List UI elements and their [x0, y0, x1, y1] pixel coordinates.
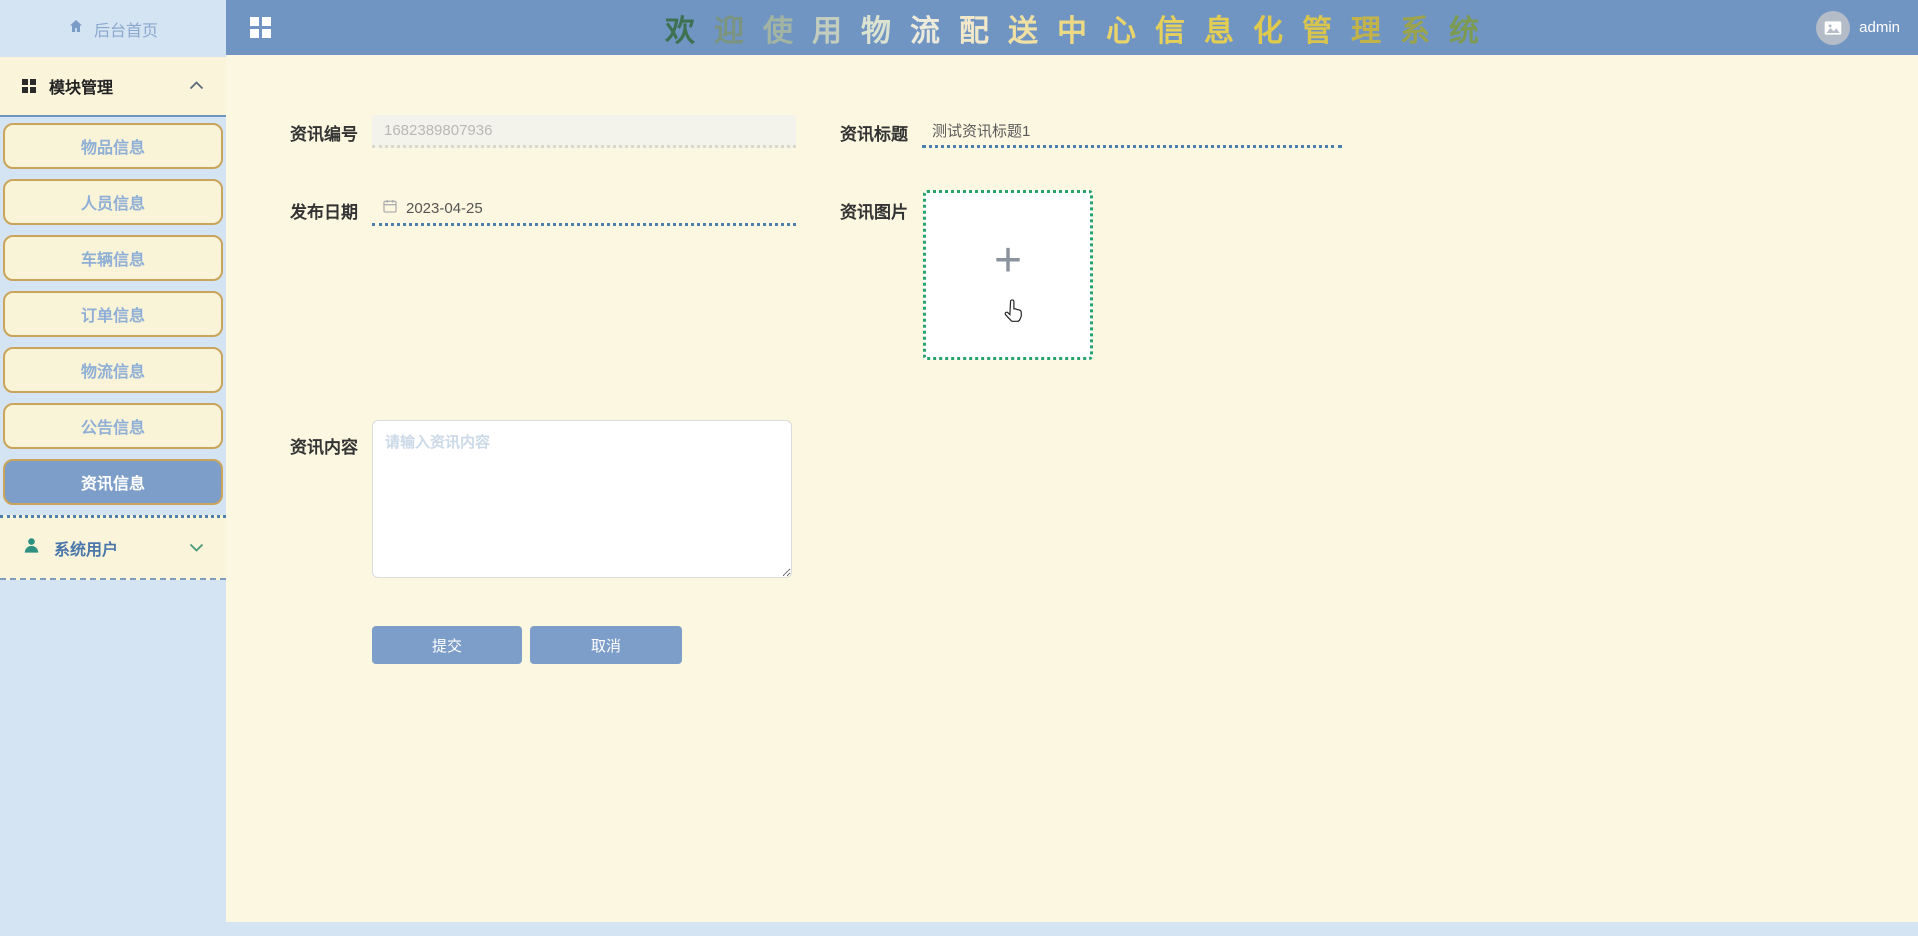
- info-title-label: 资讯标题: [840, 125, 908, 144]
- image-upload-box[interactable]: +: [923, 190, 1093, 360]
- module-section-label: 模块管理: [49, 80, 114, 97]
- top-header: 欢迎使用物流配送中心信息化管理系统 admin: [226, 0, 1918, 55]
- calendar-icon: [382, 198, 398, 218]
- sidebar: 后台首页 模块管理 物品信息人员信息车辆信息订单信息物流信息公告信息资讯信息 系…: [0, 0, 226, 936]
- chevron-down-icon: [189, 539, 204, 557]
- modules-grid-icon: [22, 79, 36, 93]
- sidebar-item[interactable]: 车辆信息: [3, 235, 223, 281]
- page: 后台首页 模块管理 物品信息 人员信息 车辆信息 订单信息 物流信息 公告信息 资讯信息 系…: [0, 0, 1918, 936]
- title-char: 管: [1302, 14, 1332, 48]
- title-char: 信: [1155, 14, 1185, 48]
- avatar: [1816, 10, 1851, 45]
- mouse-cursor-icon: [1000, 297, 1027, 329]
- sidebar-section-module-management[interactable]: 模块管理: [0, 57, 226, 117]
- title-char: 迎: [714, 14, 744, 48]
- title-char: 理: [1351, 14, 1381, 48]
- title-char: 心: [1106, 14, 1136, 48]
- home-icon: [68, 18, 84, 39]
- title-char: 物: [861, 14, 891, 48]
- title-char: 系: [1400, 14, 1430, 48]
- header-title: 欢迎使用物流配送中心信息化管理系统: [226, 0, 1918, 55]
- title-char: 中: [1057, 14, 1087, 48]
- title-char: 化: [1253, 14, 1283, 48]
- publish-date-picker[interactable]: 2023-04-25: [372, 193, 796, 226]
- title-char: 息: [1204, 14, 1234, 48]
- picture-icon: [1824, 20, 1842, 35]
- sidebar-item[interactable]: 订单信息: [3, 291, 223, 337]
- title-char: 用: [812, 14, 842, 48]
- info-image-label: 资讯图片: [840, 203, 908, 222]
- username-label: admin: [1859, 19, 1900, 36]
- title-char: 欢: [665, 14, 695, 48]
- sidebar-item[interactable]: 人员信息: [3, 179, 223, 225]
- info-title-input[interactable]: [922, 115, 1342, 148]
- sidebar-item[interactable]: 物品信息: [3, 123, 223, 169]
- title-char: 使: [763, 14, 793, 48]
- info-content-label: 资讯内容: [290, 438, 358, 457]
- module-submenu: 物品信息人员信息车辆信息订单信息物流信息公告信息资讯信息: [0, 117, 226, 505]
- sidebar-home-label: 后台首页: [93, 22, 158, 40]
- sidebar-item[interactable]: 资讯信息: [3, 459, 223, 505]
- main-content: 资讯编号 资讯标题 发布日期 2023-04-25 资讯图片 + 资讯内容 提交…: [226, 55, 1918, 922]
- title-char: 统: [1449, 14, 1479, 48]
- sidebar-item[interactable]: 物流信息: [3, 347, 223, 393]
- publish-date-value: 2023-04-25: [406, 199, 483, 217]
- sidebar-item[interactable]: 公告信息: [3, 403, 223, 449]
- user-section-label: 系统用户: [54, 542, 119, 559]
- title-char: 配: [959, 14, 989, 48]
- info-id-input: [372, 115, 796, 148]
- info-content-textarea[interactable]: [372, 420, 792, 578]
- cancel-button[interactable]: 取消: [530, 626, 682, 664]
- info-id-label: 资讯编号: [290, 125, 358, 144]
- publish-date-label: 发布日期: [290, 203, 358, 222]
- user-menu[interactable]: admin: [1816, 0, 1900, 55]
- user-icon: [22, 536, 41, 560]
- submit-button[interactable]: 提交: [372, 626, 522, 664]
- plus-icon: +: [993, 234, 1023, 287]
- sidebar-item-home[interactable]: 后台首页: [0, 0, 226, 57]
- title-char: 流: [910, 14, 940, 48]
- sidebar-section-system-users[interactable]: 系统用户: [0, 515, 226, 580]
- chevron-up-icon: [189, 77, 204, 95]
- title-char: 送: [1008, 14, 1038, 48]
